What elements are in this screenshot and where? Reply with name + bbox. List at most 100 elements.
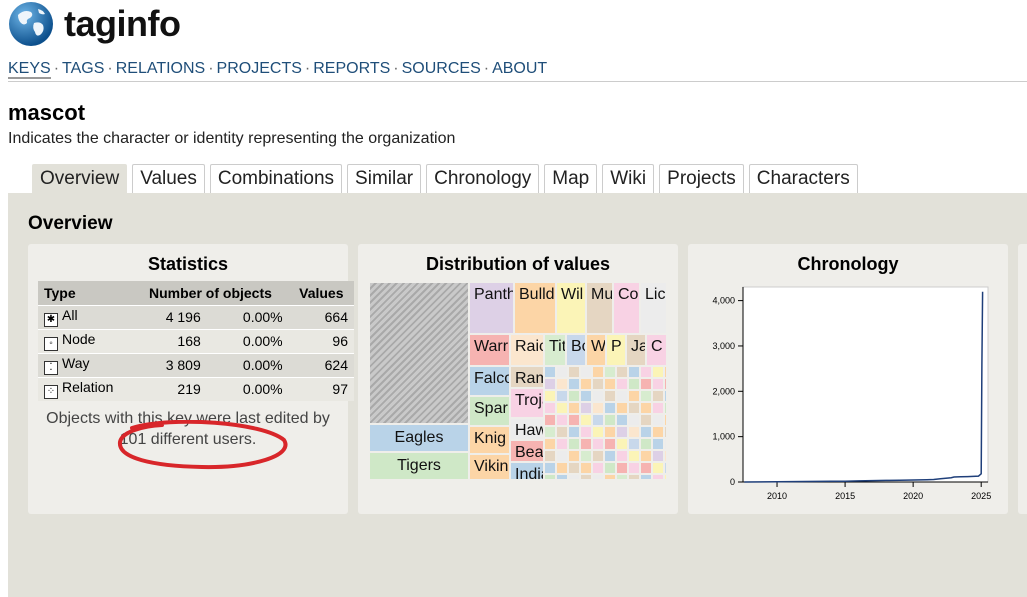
treemap-small-cell[interactable] [592,414,604,426]
treemap-other-values[interactable] [369,282,469,424]
treemap-small-cell[interactable] [592,450,604,462]
nav-keys[interactable]: KEYS [8,60,51,79]
treemap-small-cell[interactable] [652,390,664,402]
treemap-cell-eagles[interactable]: Eagles [369,424,469,452]
treemap-small-cell[interactable] [628,426,640,438]
treemap-small-cell[interactable] [628,378,640,390]
treemap-small-cell[interactable] [616,462,628,474]
treemap-small-cell[interactable] [640,378,652,390]
treemap-small-cell[interactable] [628,474,640,480]
treemap-cell-bc[interactable]: Bc [566,334,586,366]
tab-chronology[interactable]: Chronology [426,164,540,194]
treemap-small-cell[interactable] [616,402,628,414]
treemap-cell-w[interactable]: W [586,334,606,366]
treemap-cell-spar[interactable]: Spar [469,396,510,426]
treemap-small-cell[interactable] [580,462,592,474]
treemap-small-cell[interactable] [556,378,568,390]
treemap-small-cell[interactable] [604,474,616,480]
treemap-cell-haw[interactable]: Haw [510,418,544,440]
treemap-small-cell[interactable] [604,462,616,474]
treemap-small-cell[interactable] [664,450,667,462]
treemap-small-cell[interactable] [556,426,568,438]
treemap-cell-warr[interactable]: Warr [469,334,510,366]
treemap-small-cell[interactable] [664,474,667,480]
treemap-small-cell[interactable] [580,426,592,438]
treemap-small-cell[interactable] [580,474,592,480]
treemap-small-cell[interactable] [652,402,664,414]
treemap-small-cell[interactable] [640,438,652,450]
treemap-cell-india[interactable]: India [510,462,544,480]
treemap-small-cell[interactable] [604,426,616,438]
treemap-cell-mu[interactable]: Mu [586,282,613,334]
treemap-cell-vikin[interactable]: Vikin [469,454,510,480]
treemap-small-cell[interactable] [628,462,640,474]
treemap-small-cell[interactable] [664,402,667,414]
tab-characters[interactable]: Characters [748,164,858,194]
treemap-cell-bear[interactable]: Bear [510,440,544,462]
treemap-small-cell[interactable] [592,402,604,414]
treemap-small-cell[interactable] [628,450,640,462]
nav-sources[interactable]: SOURCES [402,60,481,77]
treemap-cell-tit[interactable]: Tit [544,334,566,366]
tab-projects[interactable]: Projects [659,164,744,194]
treemap-cell-c[interactable]: C [646,334,667,366]
treemap-small-cell[interactable] [640,414,652,426]
treemap-small-cell[interactable] [580,378,592,390]
nav-projects[interactable]: PROJECTS [217,60,302,77]
treemap-small-cell[interactable] [652,414,664,426]
treemap-small-cell[interactable] [568,462,580,474]
treemap-small-cell[interactable] [544,402,556,414]
treemap-cell-lic[interactable]: Lic [640,282,667,334]
treemap-small-cell[interactable] [580,450,592,462]
treemap-cell-troja[interactable]: Troja [510,388,544,418]
treemap-small-cell[interactable] [616,390,628,402]
treemap-small-cell[interactable] [580,414,592,426]
treemap-small-cell[interactable] [628,438,640,450]
treemap-small-cell[interactable] [652,378,664,390]
treemap-small-cell[interactable] [604,450,616,462]
treemap-small-cell[interactable] [568,426,580,438]
treemap-small-cell[interactable] [556,462,568,474]
treemap-small-cell[interactable] [652,474,664,480]
treemap-small-cell[interactable] [544,462,556,474]
treemap-small-cell[interactable] [664,438,667,450]
treemap-small-cell[interactable] [640,462,652,474]
treemap-small-cell[interactable] [580,366,592,378]
treemap-small-cell[interactable] [652,366,664,378]
treemap-cell-tigers[interactable]: Tigers [369,452,469,480]
treemap-small-cell[interactable] [568,378,580,390]
treemap-small-cell[interactable] [568,414,580,426]
treemap-small-cell[interactable] [604,402,616,414]
treemap-small-cell[interactable] [652,438,664,450]
treemap-small-cell[interactable] [592,438,604,450]
header-type[interactable]: Type [38,281,133,305]
nav-about[interactable]: ABOUT [492,60,547,77]
treemap-small-cell[interactable] [580,402,592,414]
treemap-small-cell[interactable] [652,426,664,438]
treemap-small-cell[interactable] [544,390,556,402]
treemap-small-cell[interactable] [640,366,652,378]
treemap-small-cell[interactable] [544,378,556,390]
treemap-small-cell[interactable] [664,366,667,378]
treemap-small-cell[interactable] [556,474,568,480]
treemap-small-cell[interactable] [592,366,604,378]
treemap-small-cell[interactable] [592,462,604,474]
treemap-small-cell[interactable] [616,366,628,378]
treemap-small-cell[interactable] [604,438,616,450]
treemap-small-cell[interactable] [544,426,556,438]
treemap-cell-bulld[interactable]: Bulld [514,282,556,334]
treemap-small-cell[interactable] [664,414,667,426]
tab-values[interactable]: Values [132,164,205,194]
nav-reports[interactable]: REPORTS [313,60,390,77]
treemap-small-cell[interactable] [616,474,628,480]
treemap-small-cell[interactable] [628,414,640,426]
treemap-small-cell[interactable] [652,462,664,474]
treemap-small-cell[interactable] [556,450,568,462]
treemap-small-cell[interactable] [616,426,628,438]
treemap-cell-panth[interactable]: Panth [469,282,514,334]
treemap-small-cell[interactable] [544,414,556,426]
header-values[interactable]: Values [288,281,354,305]
treemap-small-cell[interactable] [640,426,652,438]
treemap-cell-raic[interactable]: Raic [510,334,544,366]
treemap-small-cell[interactable] [568,450,580,462]
